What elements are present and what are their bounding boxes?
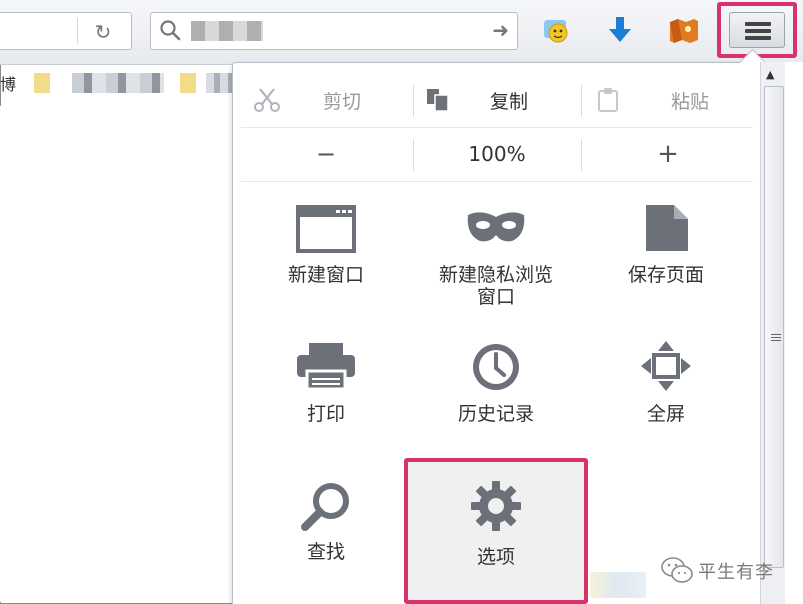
new-window-button[interactable]: 新建窗口 [241,203,411,333]
paste-button[interactable]: 粘贴 [583,73,753,127]
copy-button[interactable]: 复制 [415,73,579,127]
window-icon [296,205,356,253]
save-page-button[interactable]: 保存页面 [581,203,751,333]
url-bar[interactable]: ↻ [0,12,132,50]
download-icon[interactable] [602,12,638,48]
watermark: 平生有李 [590,548,803,604]
find-label: 查找 [306,541,345,563]
new-private-window-label: 新建隐私浏览 窗口 [438,264,553,308]
go-arrow-icon[interactable]: ➜ [492,19,509,41]
bookmarks-toolbar: 博 [0,65,240,105]
options-button[interactable]: 选项 [404,458,588,604]
find-button[interactable]: 查找 [241,481,411,604]
new-private-window-button[interactable]: 新建隐私浏览 窗口 [411,203,581,333]
print-label: 打印 [306,403,345,425]
bookmark-item-blurred[interactable] [72,73,164,93]
scissors-icon [254,88,280,112]
bookmark-partial-text[interactable]: 博 [0,71,16,95]
printer-icon [297,343,355,391]
url-bar-separator [77,18,78,44]
scrollbar-thumb[interactable] [764,86,784,568]
clock-icon [473,344,519,390]
hamburger-menu-icon [729,12,785,48]
window-edge [785,62,803,604]
magnifier-icon [301,483,349,531]
zoom-controls: − 100% + [241,127,753,182]
paste-label: 粘贴 [670,90,709,113]
scroll-up-arrow-icon[interactable]: ▲ [766,68,774,81]
new-window-label: 新建窗口 [287,264,364,286]
wechat-icon [661,557,693,583]
history-label: 历史记录 [457,403,534,425]
page-content [0,106,236,602]
copy-icon [427,89,449,112]
fullscreen-icon [641,341,691,391]
reload-icon[interactable]: ↻ [89,21,117,43]
cut-button[interactable]: 剪切 [241,73,411,127]
bookmark-folder-icon[interactable] [180,73,196,93]
options-label: 选项 [476,546,515,568]
zoom-out-button[interactable]: − [241,127,411,181]
open-menu-button[interactable] [717,2,797,58]
gear-icon [471,481,521,531]
history-button[interactable]: 历史记录 [411,341,581,471]
watermark-blur [590,572,646,598]
search-text-blurred [191,21,263,41]
addon-map-icon[interactable] [666,12,702,48]
page-icon [646,205,688,251]
navigation-toolbar: ↻ ➜ [0,0,803,65]
zoom-reset-button[interactable]: 100% [415,127,579,181]
cut-label: 剪切 [322,90,361,113]
search-icon [160,20,181,41]
copy-label: 复制 [489,90,528,113]
clipboard-icon [598,88,618,112]
fullscreen-button[interactable]: 全屏 [581,341,751,471]
edit-controls: 剪切 复制 粘贴 [241,73,753,128]
zoom-in-button[interactable]: + [583,127,753,181]
save-page-label: 保存页面 [627,264,704,286]
search-input[interactable]: ➜ [150,12,518,50]
fullscreen-label: 全屏 [646,403,685,425]
addon-face-icon[interactable] [538,12,574,48]
print-button[interactable]: 打印 [241,341,411,471]
bookmark-folder-icon[interactable] [34,73,50,93]
watermark-text: 平生有李 [698,562,774,583]
mask-icon [467,212,525,242]
page-scrollbar[interactable]: ▲ [760,62,785,604]
